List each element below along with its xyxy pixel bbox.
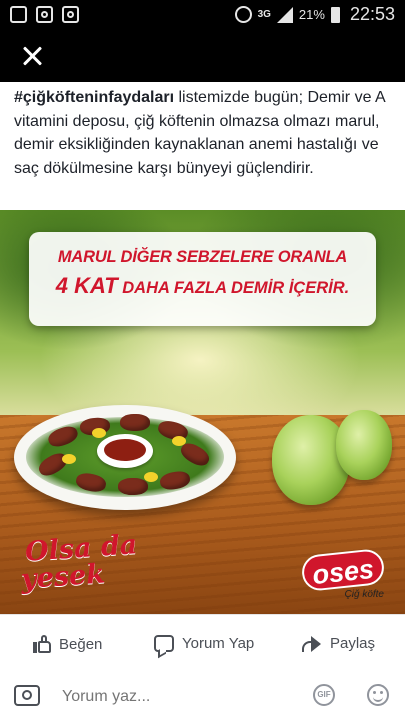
lemon-slice [172,436,186,446]
battery-percent: 21% [298,7,325,22]
instagram-icon [62,6,79,23]
hashtag-link[interactable]: #çiğköfteninfaydaları [14,89,174,106]
like-label: Beğen [59,635,103,653]
kofte-piece [120,414,150,431]
thumbs-up-icon [33,635,51,653]
notification-icons [10,6,79,23]
post-caption: #çiğköfteninfaydaları listemizde bugün; … [0,82,405,210]
info-banner: MARUL DİĞER SEBZELERE ORANLA 4 KAT DAHA … [29,232,376,326]
viewer-topbar [0,30,405,82]
banner-line-2: 4 KAT DAHA FAZLA DEMİR İÇERİR. [29,273,376,299]
comment-bubble-icon [154,635,174,652]
comment-input[interactable] [62,685,292,709]
lemon-slice [144,472,158,482]
camera-icon[interactable] [14,685,40,706]
banner-line-1: MARUL DİĞER SEBZELERE ORANLA [57,248,348,266]
like-button[interactable]: Beğen [33,635,102,653]
lemon-slice [92,428,106,438]
logo-subtitle: Çiğ köfte [344,589,384,600]
logo-word: oses [300,547,386,593]
post-actions: Beğen Yorum Yap Paylaş [0,614,405,678]
comment-label: Yorum Yap [182,635,255,652]
oses-logo: oses Çiğ köfte [300,547,386,600]
instagram-icon [36,6,53,23]
ad-slogan: Olsa da yesek [20,529,140,595]
share-arrow-icon [302,635,322,652]
close-icon[interactable] [18,42,46,70]
clock: 22:53 [349,4,395,24]
banner-emphasis: 4 KAT [55,273,118,298]
gallery-icon [10,6,27,23]
pomegranate-sauce [104,439,146,461]
banner-rest: DAHA FAZLA DEMİR İÇERİR. [117,279,350,297]
emoji-icon[interactable] [367,684,389,706]
share-label: Paylaş [330,635,376,652]
alarm-icon [234,6,252,23]
system-status: 3G 21% 22:53 [234,4,395,25]
status-bar: 3G 21% 22:53 [0,0,405,30]
lemon-slice [62,454,76,464]
gif-button[interactable]: GIF [313,684,335,706]
lettuce [336,410,392,480]
battery-icon [330,6,340,23]
signal-icon [276,6,293,23]
comment-composer: GIF [0,678,405,720]
comment-button[interactable]: Yorum Yap [154,635,254,652]
kofte-piece [118,478,148,495]
post-image[interactable]: MARUL DİĞER SEBZELERE ORANLA 4 KAT DAHA … [0,210,405,614]
share-button[interactable]: Paylaş [302,635,375,652]
network-type: 3G [257,8,271,20]
